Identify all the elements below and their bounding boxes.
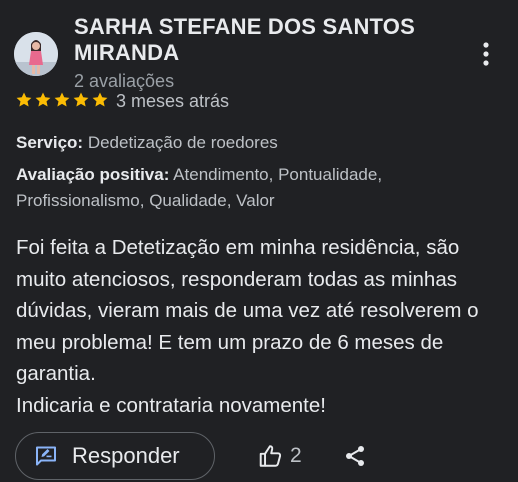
like-count: 2 xyxy=(290,444,302,467)
service-label: Serviço: xyxy=(16,133,84,152)
star-icon xyxy=(91,91,109,109)
star-icon xyxy=(15,91,33,109)
more-options-button[interactable] xyxy=(472,36,500,72)
reviewer-name[interactable]: SARHA STEFANE DOS SANTOS MIRANDA xyxy=(74,14,454,66)
thumb-up-icon xyxy=(259,445,282,467)
service-line: Serviço: Dedetização de roedores xyxy=(16,130,506,156)
positive-review-label: Avaliação positiva: xyxy=(16,165,170,184)
reply-label: Responder xyxy=(72,443,180,468)
share-button[interactable] xyxy=(343,444,367,468)
avatar-photo xyxy=(14,32,58,76)
star-icon xyxy=(34,91,52,109)
star-icon xyxy=(72,91,90,109)
service-value: Dedetização de roedores xyxy=(87,133,278,152)
review-text: Foi feita a Detetização em minha residên… xyxy=(16,236,479,417)
reply-icon xyxy=(36,446,56,466)
review-card: SARHA STEFANE DOS SANTOS MIRANDA 2 avali… xyxy=(0,0,518,482)
share-icon xyxy=(346,446,364,466)
review-date: 3 meses atrás xyxy=(116,91,230,111)
avatar[interactable] xyxy=(14,32,58,76)
review-count: 2 avaliações xyxy=(74,71,175,91)
star-icon xyxy=(53,91,71,109)
reply-button[interactable]: Responder xyxy=(15,432,215,480)
star-rating xyxy=(15,91,109,109)
more-vert-icon xyxy=(483,42,489,66)
like-button[interactable]: 2 xyxy=(258,440,302,472)
positive-review-line: Avaliação positiva: Atendimento, Pontual… xyxy=(16,162,506,214)
